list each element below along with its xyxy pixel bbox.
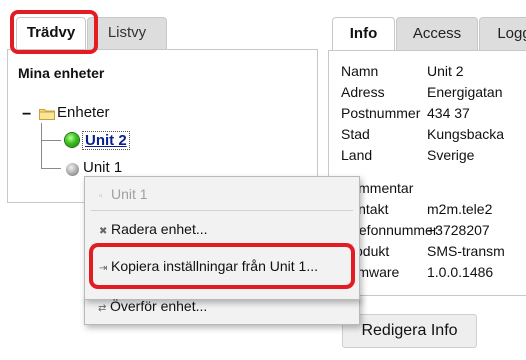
folder-icon xyxy=(39,109,55,120)
tree-connector xyxy=(41,123,42,168)
menu-item-transfer-unit[interactable]: ⇄ Överför enhet... xyxy=(98,298,207,314)
status-online-icon xyxy=(65,133,79,147)
field-value-postnummer: 434 37 xyxy=(427,105,470,121)
panel-title: Mina enheter xyxy=(18,65,105,81)
tree-root-enheter[interactable]: Enheter xyxy=(57,104,110,121)
tab-access[interactable]: Access xyxy=(396,17,478,50)
tab-highlight-box xyxy=(10,10,98,54)
field-value-land: Sverige xyxy=(427,147,475,163)
edit-info-button[interactable]: Redigera Info xyxy=(342,314,477,348)
tree-connector xyxy=(41,168,61,169)
tab-listvy[interactable]: Listvy xyxy=(87,17,167,49)
field-value-firmware: 1.0.0.1486 xyxy=(427,264,494,280)
collapse-toggle-icon[interactable]: − xyxy=(22,107,31,123)
delete-x-icon: ✖ xyxy=(99,226,108,237)
tab-info[interactable]: Info xyxy=(332,17,395,50)
menu-highlight-box xyxy=(89,243,355,289)
status-offline-icon xyxy=(66,163,79,176)
tree-connector xyxy=(41,140,61,141)
menu-item-delete-unit[interactable]: ✖ Radera enhet... xyxy=(99,221,208,237)
field-value-produkt: SMS-transm xyxy=(427,243,505,259)
field-value-telefonnummer: +3728207 xyxy=(427,222,490,238)
field-label-postnummer: Postnummer xyxy=(341,105,421,121)
transfer-arrows-icon: ⇄ xyxy=(98,303,107,314)
context-menu-header: ▫ Unit 1 xyxy=(99,186,148,202)
menu-divider xyxy=(91,210,353,211)
field-label-namn: Namn xyxy=(341,63,379,79)
field-value-kontakt: m2m.tele2 xyxy=(427,201,493,217)
tab-logg[interactable]: Logg xyxy=(479,17,526,50)
field-value-stad: Kungsbacka xyxy=(427,126,505,142)
tree-item-unit-2[interactable]: Unit 2 xyxy=(82,131,130,150)
device-icon: ▫ xyxy=(99,191,103,202)
field-label-stad: Stad xyxy=(341,126,370,142)
field-label-land: Land xyxy=(341,147,373,163)
tree-item-unit-1[interactable]: Unit 1 xyxy=(83,159,122,176)
field-value-namn: Unit 2 xyxy=(427,63,464,79)
field-value-adress: Energigatan xyxy=(427,84,503,100)
field-label-adress: Adress xyxy=(341,84,385,100)
